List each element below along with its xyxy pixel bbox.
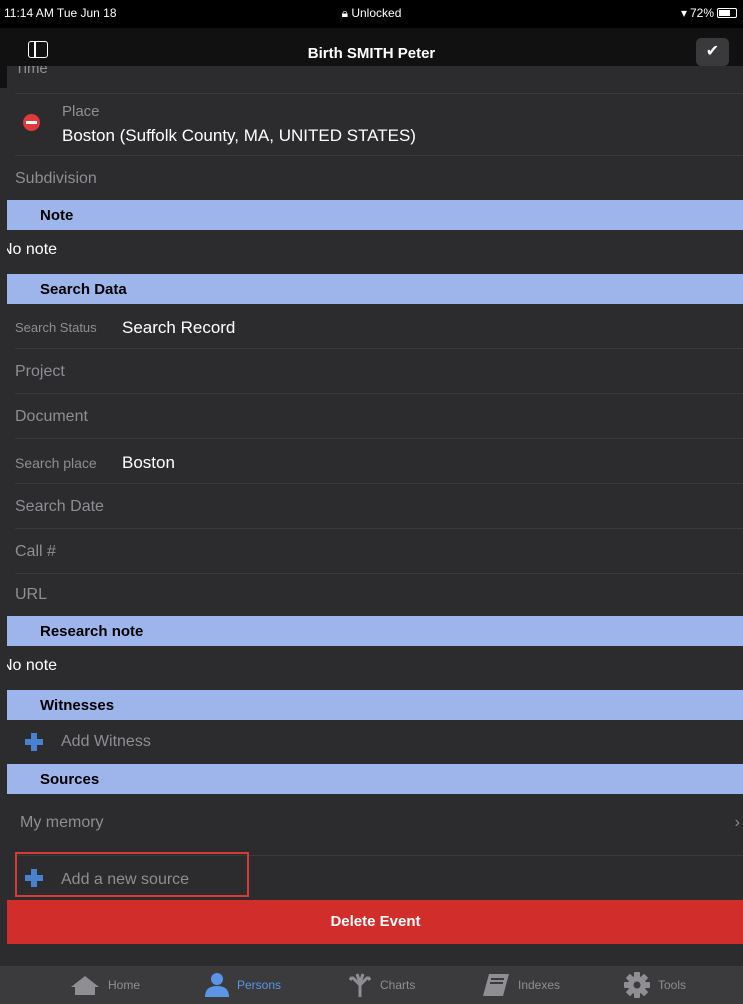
research-note-section-header: Research note <box>7 616 743 646</box>
status-lock-label: Unlocked <box>351 6 402 20</box>
delete-event-button[interactable]: Delete Event <box>7 900 743 944</box>
book-icon <box>483 974 509 996</box>
tab-home-label: Home <box>108 978 141 992</box>
research-note-value: No note <box>7 657 58 674</box>
subdivision-row[interactable]: Subdivision <box>7 156 743 200</box>
search-data-section-title: Search Data <box>40 281 127 298</box>
sources-section-title: Sources <box>40 771 100 788</box>
tab-persons-label: Persons <box>237 978 282 992</box>
place-row[interactable]: Place Boston (Suffolk County, MA, UNITED… <box>7 94 743 156</box>
url-label: URL <box>15 586 48 603</box>
search-place-value: Boston <box>122 453 175 472</box>
tree-icon <box>348 973 372 997</box>
document-label: Document <box>15 408 88 425</box>
search-date-row[interactable]: Search Date <box>7 484 743 529</box>
search-status-label: Search Status <box>15 320 97 335</box>
chevron-right-icon: › <box>734 814 740 831</box>
url-row[interactable]: URL <box>7 574 743 616</box>
tab-charts-label: Charts <box>380 978 416 992</box>
place-label: Place <box>62 103 100 120</box>
project-label: Project <box>15 363 65 380</box>
call-number-label: Call # <box>15 543 56 560</box>
note-section-title: Note <box>40 207 74 224</box>
add-witness-row[interactable]: Add Witness <box>7 720 743 764</box>
tab-charts[interactable]: Charts <box>348 966 415 1004</box>
add-source-highlight <box>15 852 249 897</box>
plus-icon <box>25 733 43 751</box>
wifi-icon: ▾ <box>680 6 687 20</box>
search-status-value: Search Record <box>122 318 236 337</box>
page-title: Birth SMITH Peter <box>307 45 436 62</box>
search-place-row[interactable]: Search place Boston <box>7 439 743 484</box>
tab-tools-label: Tools <box>658 978 687 992</box>
source-item-label: My memory <box>20 814 104 831</box>
home-icon <box>71 976 99 995</box>
battery-percent: 72% <box>689 6 714 20</box>
search-place-label: Search place <box>15 455 97 471</box>
add-witness-label: Add Witness <box>61 733 151 750</box>
person-icon <box>205 973 229 997</box>
checkmark-icon: ✔ <box>705 43 720 60</box>
document-row[interactable]: Document <box>7 394 743 439</box>
call-number-row[interactable]: Call # <box>7 529 743 574</box>
done-button[interactable]: ✔ <box>696 38 729 66</box>
witnesses-section-header: Witnesses <box>7 690 743 720</box>
witnesses-section-title: Witnesses <box>40 697 115 714</box>
tab-indexes-label: Indexes <box>518 978 561 992</box>
subdivision-label: Subdivision <box>15 170 97 187</box>
tab-home[interactable]: Home <box>70 966 140 1004</box>
status-bar: 11:14 AM Tue Jun 18 🔒︎ Unlocked ▾ 72% <box>0 0 743 28</box>
sources-section-header: Sources <box>7 764 743 794</box>
time-label: Time <box>15 66 48 77</box>
lock-icon: 🔒︎ <box>341 6 348 20</box>
tab-tools[interactable]: Tools <box>624 966 686 1004</box>
event-form[interactable]: Time Place Boston (Suffolk County, MA, U… <box>7 66 743 944</box>
status-battery: ▾ 72% <box>681 6 737 20</box>
battery-icon <box>717 8 737 18</box>
search-data-section-header: Search Data <box>7 274 743 304</box>
remove-place-icon[interactable] <box>23 114 40 131</box>
tab-persons[interactable]: Persons <box>205 966 281 1004</box>
status-lock: 🔒︎ Unlocked <box>0 6 743 21</box>
research-note-row[interactable]: No note <box>7 646 743 690</box>
project-row[interactable]: Project <box>7 349 743 394</box>
tab-bar: Home Persons Charts Indexes Tools <box>0 966 743 1004</box>
note-row[interactable]: No note <box>7 230 743 274</box>
note-section-header: Note <box>7 200 743 230</box>
gear-icon <box>624 972 650 998</box>
research-note-section-title: Research note <box>40 623 144 640</box>
search-date-label: Search Date <box>15 498 104 515</box>
search-status-row[interactable]: Search Status Search Record <box>7 304 743 349</box>
place-value: Boston (Suffolk County, MA, UNITED STATE… <box>62 126 416 145</box>
tab-indexes[interactable]: Indexes <box>482 966 560 1004</box>
source-item-my-memory[interactable]: My memory › <box>7 794 743 856</box>
note-value: No note <box>7 241 58 258</box>
time-row[interactable]: Time <box>7 66 743 78</box>
